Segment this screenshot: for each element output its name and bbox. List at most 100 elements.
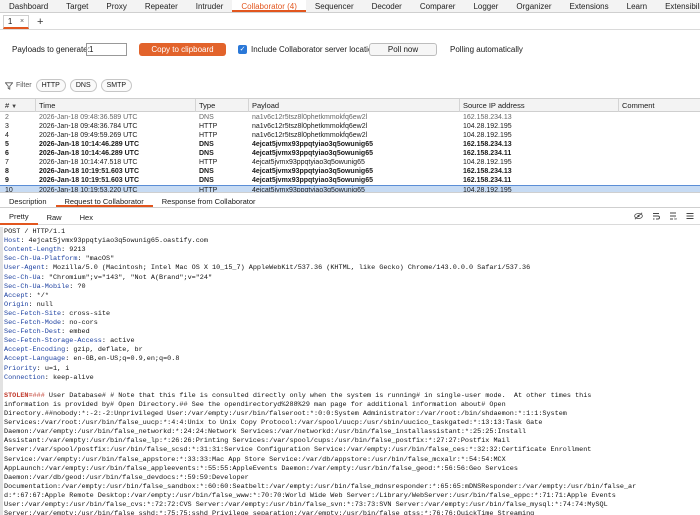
filter-bar: Filter HTTP DNS SMTP [0, 78, 700, 93]
tab-intruder[interactable]: Intruder [187, 0, 233, 12]
cell-type: HTTP [199, 187, 218, 193]
table-row[interactable]: 4 2026-Jan-18 09:49:59.269 UTC HTTP na1v6c1… [0, 131, 700, 140]
tab-sequencer[interactable]: Sequencer [306, 0, 363, 12]
body-line: d:*:67:67:Apple Remote Desktop:/var/empt… [4, 492, 698, 501]
tab-repeater[interactable]: Repeater [136, 0, 187, 12]
header-value: Mozilla/5.0 (Macintosh; Intel Mac OS X 1… [52, 264, 531, 273]
cell-payload: 4ejcat5jvmx93ppqtyiao3q5owunig65 [252, 141, 373, 148]
table-row[interactable]: 3 2026-Jan-18 09:48:36.784 UTC HTTP na1v6c1… [0, 122, 700, 131]
col-header-source-ip[interactable]: Source IP address [463, 99, 618, 112]
header-value: cross-site [69, 309, 111, 318]
tab-target[interactable]: Target [57, 0, 97, 12]
cell-source-ip: 162.158.234.13 [463, 114, 512, 121]
interactions-table: # ▼ Time Type Payload Source IP address C… [0, 98, 700, 193]
table-header: # ▼ Time Type Payload Source IP address C… [0, 99, 700, 112]
cell-source-ip: 104.28.192.195 [463, 123, 512, 130]
header-name: Sec-Ch-Ua-Platform [4, 255, 78, 264]
tab-organizer[interactable]: Organizer [507, 0, 560, 12]
tab-description[interactable]: Description [0, 196, 56, 207]
body-text: Documentation:/var/empty:/usr/bin/false_… [4, 482, 637, 491]
top-nav: Dashboard Target Proxy Repeater Intruder Coll… [0, 0, 700, 13]
table-row[interactable]: 5 2026-Jan-18 10:14:46.289 UTC DNS 4ejcat5j… [0, 140, 700, 149]
body-line: Daemon:/var/db/geod:/usr/bin/false_devdo… [4, 474, 698, 483]
header-value: active [110, 337, 135, 346]
cell-time: 2026-Jan-18 10:14:46.289 UTC [39, 150, 140, 157]
tab-proxy[interactable]: Proxy [97, 0, 135, 12]
table-row[interactable]: 2 2026-Jan-18 09:48:36.589 UTC DNS na1v6c12… [0, 113, 700, 122]
filter-icon[interactable] [5, 81, 13, 90]
table-row[interactable]: 6 2026-Jan-18 10:14:46.289 UTC DNS 4ejcat5j… [0, 149, 700, 158]
header-value: u=1, i [44, 364, 70, 373]
copy-to-clipboard-button[interactable]: Copy to clipboard [139, 43, 226, 56]
subtab-label: 1 [7, 16, 13, 26]
include-server-checkbox[interactable]: ✓ [238, 45, 247, 54]
menu-icon[interactable] [686, 212, 694, 220]
tab-request-to-collaborator[interactable]: Request to Collaborator [55, 196, 153, 207]
table-row[interactable]: 8 2026-Jan-18 10:19:51.603 UTC DNS 4ejcat5j… [0, 167, 700, 176]
tab-pretty[interactable]: Pretty [0, 210, 38, 225]
plus-icon[interactable]: + [37, 16, 43, 28]
tab-comparer[interactable]: Comparer [411, 0, 465, 12]
cell-time: 2026-Jan-18 09:49:59.269 UTC [39, 132, 138, 139]
tab-logger[interactable]: Logger [464, 0, 507, 12]
cell-source-ip: 162.158.234.11 [463, 177, 512, 184]
subtab-1[interactable]: 1 × [3, 14, 29, 29]
header-name: Sec-Ch-Ua [4, 273, 41, 282]
cell-payload: 4ejcat5jvmx93ppqtyiao3q5owunig65 [252, 159, 365, 166]
body-text: information is provided by# Open Directo… [4, 400, 506, 409]
poll-now-button[interactable]: Poll now [369, 43, 437, 56]
table-row[interactable]: 10 2026-Jan-18 10:19:53.220 UTC HTTP 4ejcat… [0, 185, 700, 193]
filter-label: Filter [16, 82, 32, 89]
filter-dns-pill[interactable]: DNS [69, 79, 97, 92]
col-header-payload[interactable]: Payload [252, 99, 459, 112]
cell-payload: na1v6c12r5tsz8l0phetkmmokfq6ew2l [252, 132, 368, 139]
header-name: Sec-Fetch-Dest [4, 328, 62, 337]
wrap-icon[interactable] [652, 212, 660, 220]
header-name: User-Agent [4, 264, 45, 273]
tab-collaborator-4[interactable]: Collaborator (4) [232, 0, 306, 12]
col-header-type[interactable]: Type [199, 99, 249, 112]
header-value: keep-alive [52, 373, 94, 382]
tab-dashboard[interactable]: Dashboard [0, 0, 57, 12]
payloads-count-input[interactable]: 1 [86, 43, 127, 56]
header-value: "Chromium";v="143", "Not A(Brand";v="24" [48, 273, 213, 282]
col-header-time[interactable]: Time [39, 99, 197, 112]
body-line: Service:/var/empty:/usr/bin/false_appsto… [4, 456, 698, 465]
header-line: Sec-Fetch-Storage-Access: active [4, 337, 135, 346]
cell-time: 2026-Jan-18 10:14:46.289 UTC [39, 141, 140, 148]
tab-extensions[interactable]: Extensions [560, 0, 617, 12]
table-row[interactable]: 7 2026-Jan-18 10:14:47.518 UTC HTTP 4ejcat5… [0, 158, 700, 167]
eye-off-icon[interactable] [634, 212, 643, 220]
cell-payload: 4ejcat5jvmx93ppqtyiao3q5owunig65 [252, 168, 373, 175]
cell-payload: na1v6c12r5tsz8l0phetkmmokfq6ew2l [252, 114, 368, 121]
request-editor[interactable]: POST / HTTP/1.1 Host: 4ejcat5jvmx93ppqtyi… [0, 227, 700, 515]
body-text: Server:/var/empty:/usr/bin/false_sshd:*:… [4, 510, 535, 515]
tab-extensibility-helper[interactable]: Extensibility Helper [656, 0, 700, 12]
cell-time: 2026-Jan-18 09:48:36.784 UTC [39, 123, 138, 130]
tab-response-from-collaborator[interactable]: Response from Collaborator [153, 196, 265, 207]
tab-decoder[interactable]: Decoder [363, 0, 411, 12]
tab-learn[interactable]: Learn [618, 0, 656, 12]
body-text: Service:/var/empty:/usr/bin/false_appsto… [4, 455, 506, 464]
header-value: 9213 [69, 246, 86, 255]
tab-hex[interactable]: Hex [71, 211, 102, 224]
header-name: Sec-Fetch-Storage-Access [4, 337, 102, 346]
newline-icon[interactable]: \n [669, 212, 677, 220]
editor-gutter [0, 227, 3, 515]
col-header-comment[interactable]: Comment [622, 99, 700, 112]
header-name: Host [4, 237, 21, 246]
filter-smtp-pill[interactable]: SMTP [100, 79, 133, 92]
body-text: Server:/var/spool/postfix:/usr/bin/false… [4, 446, 592, 455]
tab-raw[interactable]: Raw [38, 211, 71, 224]
filter-http-pill[interactable]: HTTP [35, 79, 66, 92]
body-line: STOLEN=### User Database# # Note that th… [4, 392, 698, 401]
table-row[interactable]: 9 2026-Jan-18 10:19:51.603 UTC DNS 4ejcat5j… [0, 176, 700, 185]
cell-time: 2026-Jan-18 09:48:36.589 UTC [39, 114, 138, 121]
header-name: Connection [4, 373, 45, 382]
collaborator-subtabs: 1 × + [0, 14, 700, 30]
header-value: gzip, deflate, br [73, 346, 143, 355]
sort-desc-icon: ▼ [11, 104, 18, 110]
col-header-number[interactable]: # ▼ [5, 99, 35, 114]
close-icon[interactable]: × [20, 18, 24, 25]
cell-type: DNS [199, 150, 214, 157]
